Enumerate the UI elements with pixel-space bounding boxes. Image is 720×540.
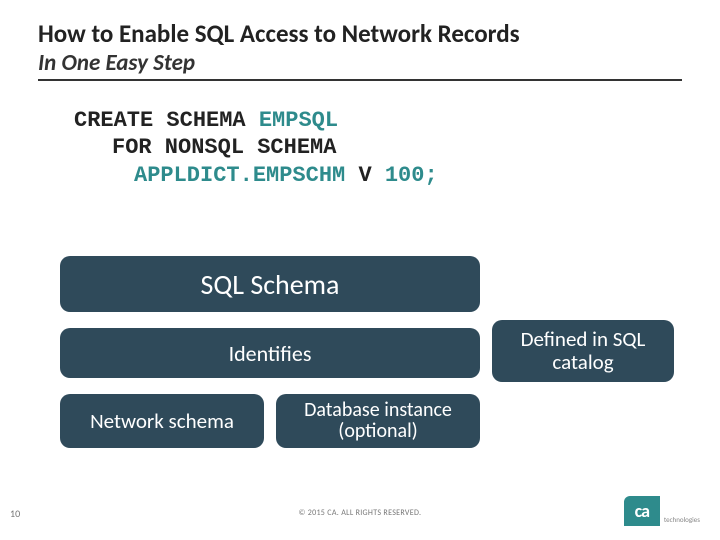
code-value: 100; xyxy=(385,163,438,188)
ca-logo-tag: technologies xyxy=(664,515,700,526)
ca-logo-mark: ca xyxy=(624,496,660,526)
box-database-instance: Database instance (optional) xyxy=(276,394,480,448)
code-keyword: V xyxy=(358,163,371,188)
page-subtitle: In One Easy Step xyxy=(38,49,682,81)
box-identifies: Identifies xyxy=(60,328,480,378)
copyright: © 2015 CA. ALL RIGHTS RESERVED. xyxy=(0,508,720,518)
ca-logo: ca technologies xyxy=(624,496,700,526)
page-title: How to Enable SQL Access to Network Reco… xyxy=(38,20,682,49)
code-keyword: CREATE SCHEMA xyxy=(74,108,246,133)
slide: How to Enable SQL Access to Network Reco… xyxy=(0,0,720,540)
code-ident: EMPSQL xyxy=(259,108,338,133)
box-defined-catalog: Defined in SQL catalog xyxy=(492,320,674,382)
code-keyword: FOR NONSQL SCHEMA xyxy=(112,135,336,160)
code-block: CREATE SCHEMA EMPSQL FOR NONSQL SCHEMA A… xyxy=(74,107,682,190)
box-network-schema: Network schema xyxy=(60,394,264,448)
box-sql-schema: SQL Schema xyxy=(60,256,480,312)
code-ident: APPLDICT.EMPSCHM xyxy=(134,163,345,188)
